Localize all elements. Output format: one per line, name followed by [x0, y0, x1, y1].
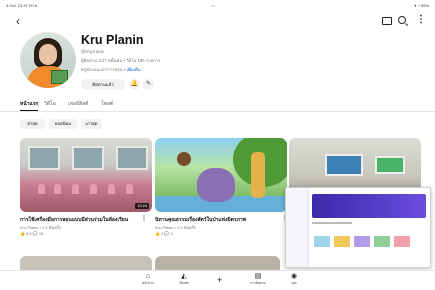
nav-home[interactable]: ⌂ หน้าแรก — [136, 273, 160, 286]
you-icon: ◉ — [290, 273, 298, 280]
channel-description-text: ครูช่องแนะนำการสอน • — [81, 67, 127, 72]
more-link[interactable]: เพิ่มเติม — [127, 67, 141, 72]
subscribe-button[interactable]: ติดตามแล้ว — [81, 79, 125, 90]
video-channel-1: Kru Planin • 1.2 พันครั้ง — [20, 225, 61, 230]
shorts-icon: ◭ — [181, 273, 187, 280]
nav-subscriptions[interactable]: ▤ การติดตาม — [246, 273, 270, 286]
tab-home[interactable]: หน้าแรก — [20, 100, 39, 112]
tab-playlists[interactable]: เพลย์ลิสต์ — [68, 100, 88, 108]
tab-posts[interactable]: โพสต์ — [101, 100, 113, 108]
status-bar: 4 Oct. 21:37 Fri 6 ••• ▾ ◔ 85% — [0, 0, 435, 10]
notification-bell-icon[interactable]: 🔔 — [129, 79, 140, 90]
search-icon[interactable] — [398, 16, 406, 24]
nav-you-label: คุณ — [291, 281, 297, 285]
video-title-1[interactable]: การใช้เครื่องมือการสอนแบบมีส่วนร่วมในห้อ… — [20, 216, 136, 224]
cast-icon[interactable] — [382, 17, 392, 25]
back-arrow-icon[interactable]: ‹ — [16, 15, 20, 27]
tab-videos[interactable]: วิดีโอ — [44, 100, 56, 108]
channel-stats: ผู้ติดตาม 3.27 หมื่นคน • วิดีโอ 185 รายก… — [81, 58, 161, 63]
video-title-2[interactable]: นิทานคุณธรรมเรื่องสัตว์ในป่าแห่งมิตรภาพ — [155, 216, 279, 224]
chip-popular[interactable]: ยอดนิยม — [49, 119, 77, 129]
chip-oldest[interactable]: เก่าสุด — [81, 119, 102, 129]
create-icon[interactable]: + — [217, 275, 222, 285]
bottom-navigation: ⌂ หน้าแรก ◭ Shorts + ▤ การติดตาม ◉ คุณ — [0, 270, 435, 290]
channel-tabs: หน้าแรก วิดีโอ เพลย์ลิสต์ โพสต์ — [0, 96, 435, 112]
status-time: 4 Oct. 21:37 Fri 6 — [6, 3, 37, 8]
video-thumbnail-1[interactable]: 10:24 — [20, 138, 152, 212]
nav-shorts[interactable]: ◭ Shorts — [172, 273, 196, 286]
video-more-icon[interactable]: ⋮ — [141, 215, 147, 222]
channel-name: Kru Planin — [81, 33, 144, 47]
status-dots: ••• — [211, 3, 216, 8]
chip-latest[interactable]: ล่าสุด — [20, 119, 45, 129]
subscriptions-icon: ▤ — [254, 273, 262, 280]
video-channel-2: Kru Planin • 2.4 พันครั้ง — [155, 225, 196, 230]
edit-icon[interactable]: ✎ — [143, 79, 154, 90]
more-options-icon[interactable]: ⋮ — [416, 15, 426, 25]
channel-avatar[interactable] — [20, 32, 76, 88]
video-duration: 10:24 — [135, 203, 149, 209]
channel-handle: @krupl anin — [81, 49, 104, 54]
nav-you[interactable]: ◉ คุณ — [282, 273, 306, 286]
video-stats-1: 👍 8.4 💬 16 — [20, 231, 44, 236]
nav-shorts-label: Shorts — [179, 281, 189, 285]
nav-home-label: หน้าแรก — [142, 281, 154, 285]
nav-subscriptions-label: การติดตาม — [250, 281, 266, 285]
status-battery: ▾ ◔ 85% — [414, 3, 429, 8]
top-bar: ‹ ⋮ — [0, 10, 435, 32]
channel-description[interactable]: ครูช่องแนะนำการสอน • เพิ่มเติม — [81, 66, 141, 73]
video-thumbnail-2[interactable] — [155, 138, 287, 212]
video-stats-2: 👍 4 💬 5 — [155, 231, 173, 236]
screenshot-overlay-preview[interactable] — [285, 187, 431, 268]
home-icon: ⌂ — [145, 273, 151, 280]
